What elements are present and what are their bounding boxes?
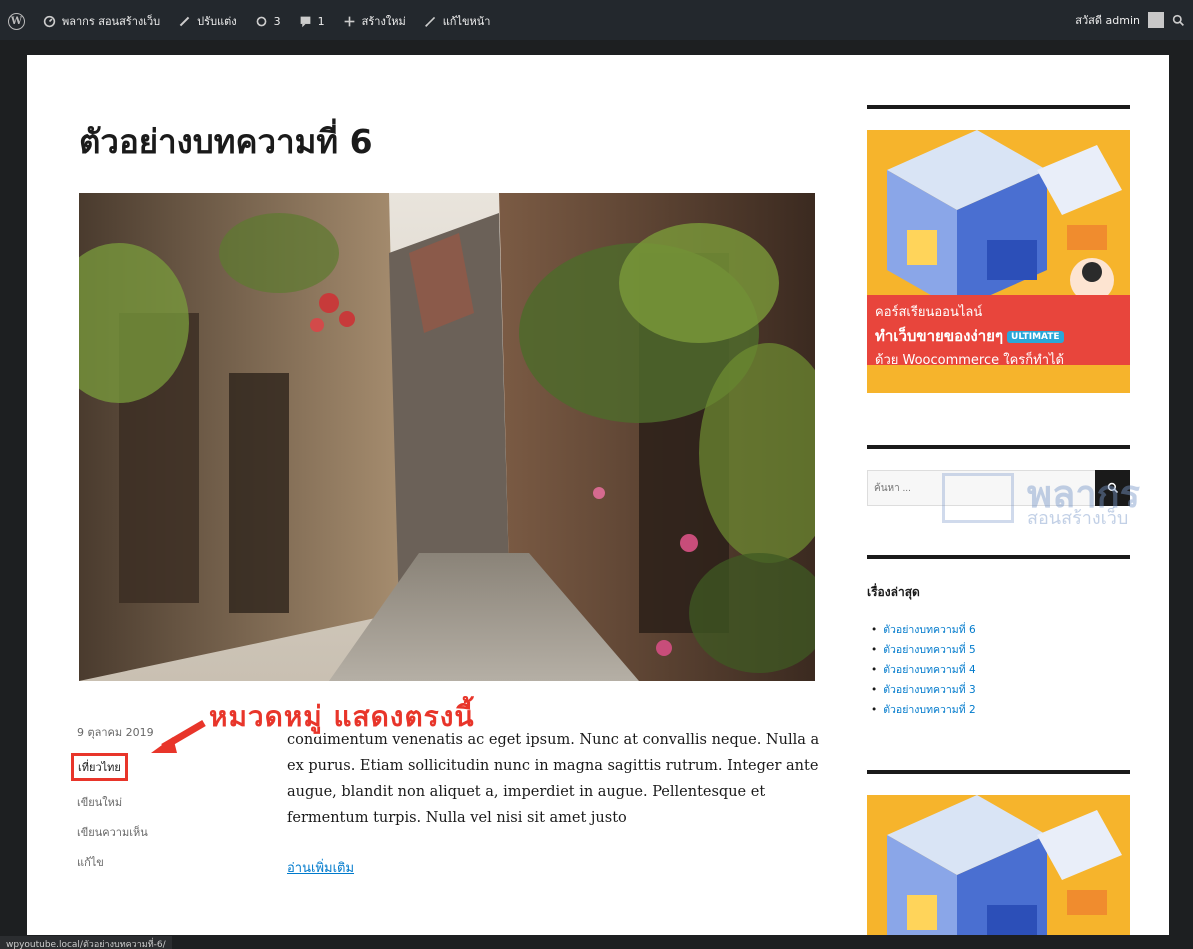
new-content-label: สร้างใหม่ <box>361 15 406 28</box>
banner-text: คอร์สเรียนออนไลน์ ทำเว็บขายของง่ายๆ ULTIM… <box>867 295 1130 368</box>
sidebar-divider <box>867 555 1130 559</box>
site-name-label: พลากร สอนสร้างเว็บ <box>62 15 161 28</box>
plus-icon <box>344 16 355 26</box>
read-more-link[interactable]: อ่านเพิ่มเติม <box>287 857 354 878</box>
new-post-link[interactable]: เขียนใหม่ <box>77 793 154 811</box>
brush-icon <box>179 16 190 26</box>
category-link[interactable]: เที่ยวไทย <box>71 753 128 781</box>
updates-link[interactable]: 3 <box>255 15 281 28</box>
status-bar-url: wpyoutube.local/ตัวอย่างบทความที่-6/ <box>0 936 172 949</box>
comments-link[interactable]: 1 <box>299 15 325 28</box>
recent-post-link[interactable]: ตัวอย่างบทความที่ 3 <box>871 680 975 700</box>
banner-line1: คอร์สเรียนออนไลน์ <box>875 305 983 320</box>
search-icon <box>1107 482 1118 494</box>
watermark-bottom-text: สอนสร้างเว็บ <box>1027 508 1129 529</box>
sidebar-divider <box>867 770 1130 774</box>
greeting-label[interactable]: สวัสดี admin <box>1075 11 1140 29</box>
banner-line2: ทำเว็บขายของง่ายๆ <box>875 327 1004 345</box>
recent-post-link[interactable]: ตัวอย่างบทความที่ 4 <box>871 660 975 680</box>
sidebar-divider <box>867 445 1130 449</box>
search-button[interactable] <box>1095 470 1130 506</box>
search-input[interactable] <box>867 470 1097 506</box>
page-content: ตัวอย่างบทความที่ 6 9 ตุลาคม 2019 เที่ยว… <box>27 55 1169 935</box>
wordpress-logo-icon[interactable]: W <box>8 12 25 30</box>
edit-post-link[interactable]: แก้ไข <box>77 853 154 871</box>
updates-count: 3 <box>273 14 281 28</box>
site-name-link[interactable]: พลากร สอนสร้างเว็บ <box>43 12 160 30</box>
course-banner[interactable]: คอร์สเรียนออนไลน์ ทำเว็บขายของง่ายๆ ULTIM… <box>867 130 1130 393</box>
search-icon[interactable] <box>1172 14 1185 27</box>
annotation-callout: หมวดหมู่ แสดงตรงนี้ <box>209 700 475 733</box>
sidebar-divider <box>867 105 1130 109</box>
new-content-link[interactable]: สร้างใหม่ <box>343 12 406 30</box>
avatar[interactable] <box>1148 12 1164 28</box>
customize-label: ปรับแต่ง <box>197 15 237 28</box>
customize-link[interactable]: ปรับแต่ง <box>178 12 237 30</box>
recent-posts-list: ตัวอย่างบทความที่ 6 ตัวอย่างบทความที่ 5 … <box>871 620 975 720</box>
comments-count: 1 <box>317 14 325 28</box>
recent-post-link[interactable]: ตัวอย่างบทความที่ 6 <box>871 620 975 640</box>
post-meta: 9 ตุลาคม 2019 เที่ยวไทย เขียนใหม่ เขียนค… <box>71 723 154 883</box>
admin-bar: W พลากร สอนสร้างเว็บ ปรับแต่ง 3 1 สร้างใ… <box>0 0 1193 40</box>
edit-page-link[interactable]: แก้ไขหน้า <box>424 12 491 30</box>
post-title: ตัวอย่างบทความที่ 6 <box>79 122 373 161</box>
arrow-icon <box>151 719 206 753</box>
recent-post-link[interactable]: ตัวอย่างบทความที่ 5 <box>871 640 975 660</box>
dashboard-icon <box>43 15 56 27</box>
recent-posts-title: เรื่องล่าสุด <box>867 585 920 599</box>
refresh-icon <box>256 16 267 26</box>
banner-badge: ULTIMATE <box>1007 330 1064 343</box>
comment-link[interactable]: เขียนความเห็น <box>77 823 154 841</box>
pencil-icon <box>424 16 435 27</box>
comment-icon <box>300 16 311 27</box>
banner-line3: ด้วย Woocommerce ใครก็ทำได้ <box>875 353 1065 368</box>
featured-image[interactable] <box>79 193 815 681</box>
course-banner-2[interactable] <box>867 795 1130 935</box>
recent-post-link[interactable]: ตัวอย่างบทความที่ 2 <box>871 700 975 720</box>
banner-illustration <box>867 795 1130 935</box>
post-excerpt: condimentum venenatis ac eget ipsum. Nun… <box>287 732 820 826</box>
edit-page-label: แก้ไขหน้า <box>442 15 491 28</box>
post-date[interactable]: 9 ตุลาคม 2019 <box>77 723 154 741</box>
search-form <box>867 470 1130 506</box>
